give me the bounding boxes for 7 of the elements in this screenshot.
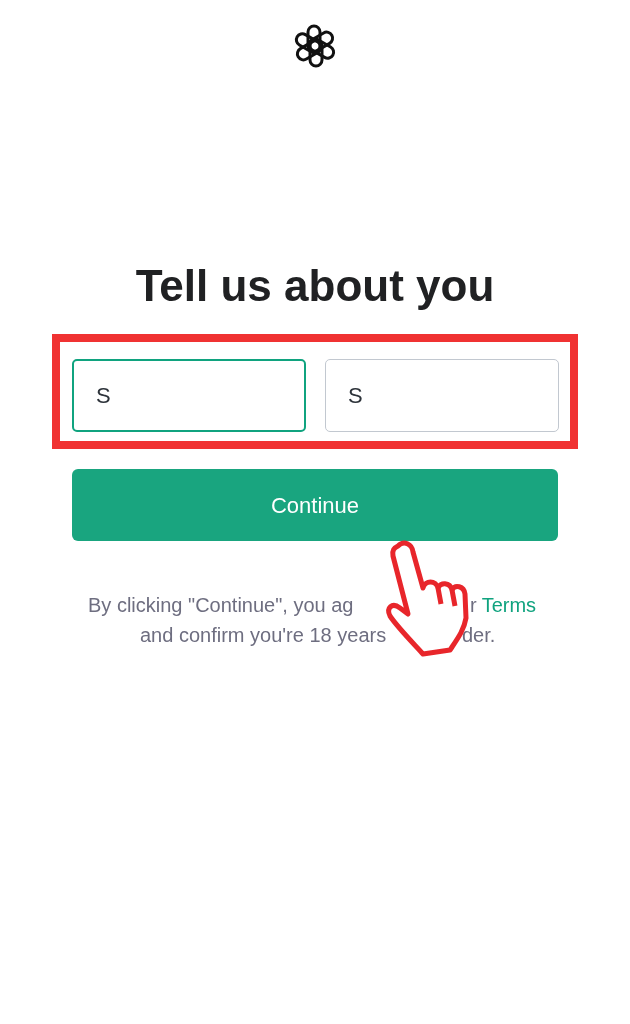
text-field[interactable]: S — [72, 359, 306, 432]
text-field[interactable]: S — [325, 359, 559, 432]
terms-text: r — [470, 593, 477, 618]
page-heading: Tell us about you — [135, 260, 495, 312]
terms-text: By clicking "Continue", you ag — [88, 594, 354, 616]
terms-text: der. — [462, 623, 496, 648]
terms-text: and confirm you're 18 years — [140, 624, 387, 646]
